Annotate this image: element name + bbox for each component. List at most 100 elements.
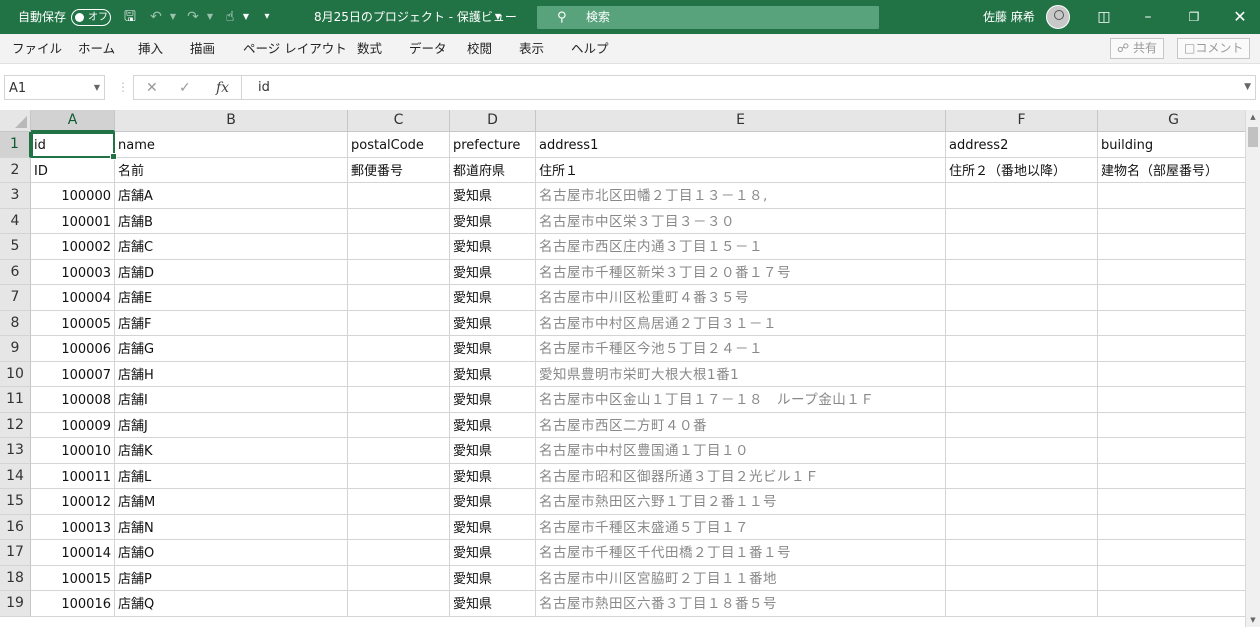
minimize-icon[interactable]: – <box>1136 0 1160 34</box>
cell-b2[interactable]: 名前 <box>115 157 348 183</box>
cell-a10[interactable]: 100007 <box>31 361 115 387</box>
cell-g1[interactable]: building <box>1098 132 1245 158</box>
cell-a8[interactable]: 100005 <box>31 310 115 336</box>
cell-b5[interactable]: 店舗C <box>115 234 348 260</box>
touch-dropdown-icon[interactable]: ▼ <box>240 0 252 34</box>
cell-d9[interactable]: 愛知県 <box>450 336 536 362</box>
name-box[interactable]: A1 ▼ <box>4 75 105 100</box>
scroll-up-icon[interactable]: ▲ <box>1246 110 1260 124</box>
cell-e4[interactable]: 名古屋市中区栄３丁目３－３０ <box>536 208 946 234</box>
cell-f17[interactable] <box>946 540 1098 566</box>
cell-b1[interactable]: name <box>115 132 348 158</box>
scroll-down-icon[interactable]: ▼ <box>1246 613 1260 627</box>
row-header[interactable]: 8 <box>0 310 31 336</box>
cell-c18[interactable] <box>348 565 450 591</box>
cell-d16[interactable]: 愛知県 <box>450 514 536 540</box>
enter-check-icon[interactable]: ✓ <box>179 76 191 101</box>
cell-e2[interactable]: 住所１ <box>536 157 946 183</box>
spreadsheet-grid[interactable]: A B C D E F G 1 id name postalCode prefecture addres… <box>0 110 1245 627</box>
autosave-toggle[interactable]: オフ <box>71 9 111 26</box>
cell-d11[interactable]: 愛知県 <box>450 387 536 413</box>
cell-c3[interactable] <box>348 183 450 209</box>
tab-data[interactable]: データ <box>409 34 447 63</box>
cell-b18[interactable]: 店舗P <box>115 565 348 591</box>
row-header[interactable]: 9 <box>0 336 31 362</box>
column-header-b[interactable]: B <box>115 110 348 132</box>
cell-g12[interactable] <box>1098 413 1245 438</box>
scroll-thumb[interactable] <box>1248 127 1258 147</box>
cell-a2[interactable]: ID <box>31 157 115 183</box>
cell-d17[interactable]: 愛知県 <box>450 540 536 566</box>
cell-e15[interactable]: 名古屋市熱田区六野１丁目２番１１号 <box>536 489 946 515</box>
column-header-f[interactable]: F <box>946 110 1098 132</box>
cell-g17[interactable] <box>1098 540 1245 566</box>
cell-g3[interactable] <box>1098 183 1245 209</box>
column-header-e[interactable]: E <box>536 110 946 132</box>
cell-g14[interactable] <box>1098 464 1245 489</box>
cell-a7[interactable]: 100004 <box>31 285 115 311</box>
file-title[interactable]: 8月25日のプロジェクト - 保護ビュー <box>314 0 517 34</box>
cell-b12[interactable]: 店舗J <box>115 412 348 438</box>
cell-c17[interactable] <box>348 540 450 566</box>
search-box[interactable]: ⚲ 検索 <box>537 6 879 29</box>
cell-f19[interactable] <box>946 591 1098 617</box>
cell-b7[interactable]: 店舗E <box>115 285 348 311</box>
cell-d5[interactable]: 愛知県 <box>450 234 536 260</box>
cell-a16[interactable]: 100013 <box>31 514 115 540</box>
cell-g6[interactable] <box>1098 260 1245 285</box>
cell-f15[interactable] <box>946 489 1098 515</box>
cell-f16[interactable] <box>946 514 1098 540</box>
avatar[interactable] <box>1046 5 1070 29</box>
cell-d18[interactable]: 愛知県 <box>450 565 536 591</box>
cell-a17[interactable]: 100014 <box>31 540 115 566</box>
cell-g11[interactable] <box>1098 387 1245 413</box>
cell-d1[interactable]: prefecture <box>450 132 536 158</box>
cell-f7[interactable] <box>946 285 1098 311</box>
cell-c16[interactable] <box>348 514 450 540</box>
row-header[interactable]: 10 <box>0 361 31 387</box>
cell-b3[interactable]: 店舗A <box>115 183 348 209</box>
select-all-corner[interactable] <box>0 110 31 132</box>
cell-e18[interactable]: 名古屋市中川区宮脇町２丁目１１番地 <box>536 565 946 591</box>
row-header[interactable]: 11 <box>0 387 31 413</box>
tab-home[interactable]: ホーム <box>78 34 115 63</box>
cell-f8[interactable] <box>946 310 1098 336</box>
cell-f2[interactable]: 住所２（番地以降） <box>946 157 1098 183</box>
cell-e19[interactable]: 名古屋市熱田区六番３丁目１８番５号 <box>536 591 946 617</box>
cell-d13[interactable]: 愛知県 <box>450 438 536 464</box>
undo-dropdown-icon[interactable]: ▼ <box>167 0 179 34</box>
redo-dropdown-icon[interactable]: ▼ <box>204 0 216 34</box>
cell-c14[interactable] <box>348 463 450 489</box>
cell-e10[interactable]: 愛知県豊明市栄町大根大根1番1 <box>536 361 946 387</box>
row-header[interactable]: 19 <box>0 591 31 617</box>
cell-f6[interactable] <box>946 259 1098 285</box>
cell-c9[interactable] <box>348 336 450 362</box>
cell-e16[interactable]: 名古屋市千種区末盛通５丁目１７ <box>536 514 946 540</box>
column-header-a[interactable]: A <box>31 110 115 132</box>
row-header[interactable]: 7 <box>0 285 31 311</box>
cell-f18[interactable] <box>946 565 1098 591</box>
cell-d14[interactable]: 愛知県 <box>450 463 536 489</box>
cell-e11[interactable]: 名古屋市中区金山１丁目１７－１８ ループ金山１Ｆ <box>536 387 946 413</box>
cell-d3[interactable]: 愛知県 <box>450 183 536 209</box>
row-header[interactable]: 12 <box>0 412 31 438</box>
cell-d15[interactable]: 愛知県 <box>450 489 536 515</box>
cell-b16[interactable]: 店舗N <box>115 514 348 540</box>
cell-f12[interactable] <box>946 412 1098 438</box>
cell-b6[interactable]: 店舗D <box>115 259 348 285</box>
cell-f10[interactable] <box>946 361 1098 387</box>
cell-g19[interactable] <box>1098 591 1245 617</box>
vertical-scrollbar[interactable]: ▲ ▼ <box>1245 110 1260 627</box>
cell-e14[interactable]: 名古屋市昭和区御器所通３丁目２光ビル１Ｆ <box>536 463 946 489</box>
cell-a14[interactable]: 100011 <box>31 463 115 489</box>
row-header[interactable]: 5 <box>0 234 31 260</box>
cell-d12[interactable]: 愛知県 <box>450 412 536 438</box>
share-button[interactable]: ☍ 共有 <box>1110 38 1164 59</box>
cell-e12[interactable]: 名古屋市西区二方町４０番 <box>536 412 946 438</box>
cell-g7[interactable] <box>1098 285 1245 311</box>
cell-c11[interactable] <box>348 387 450 413</box>
row-header[interactable]: 2 <box>0 157 31 183</box>
cell-e5[interactable]: 名古屋市西区庄内通３丁目１５－１ <box>536 234 946 260</box>
cell-g5[interactable] <box>1098 234 1245 260</box>
tab-insert[interactable]: 挿入 <box>138 34 163 63</box>
